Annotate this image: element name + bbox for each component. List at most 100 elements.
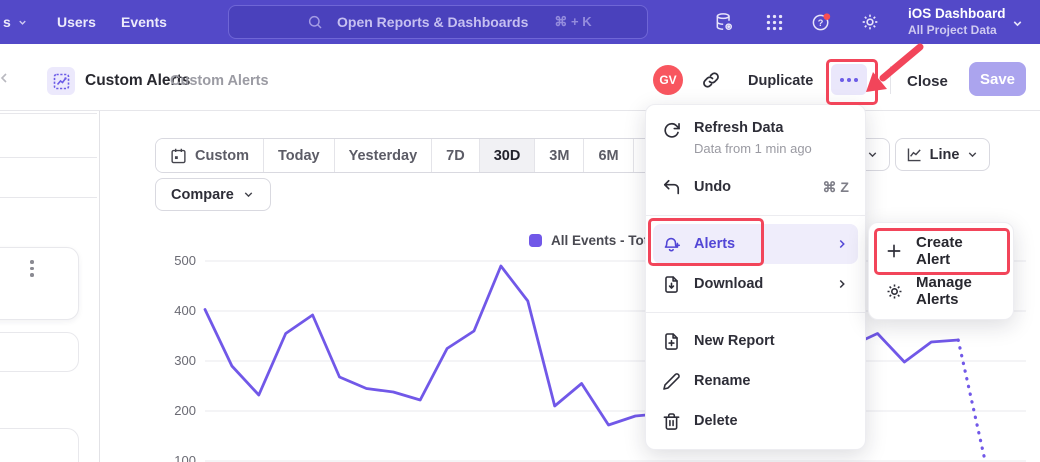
chart-type-label: Line xyxy=(930,147,960,163)
alerts-submenu: Create Alert Manage Alerts xyxy=(868,222,1014,320)
y-axis-tick: 200 xyxy=(155,403,196,418)
chart-legend: All Events - Total xyxy=(529,233,660,248)
range-30d-selected[interactable]: 30D xyxy=(479,139,535,172)
line-chart-icon xyxy=(906,146,923,163)
menu-item-download[interactable]: Download xyxy=(646,264,865,304)
menu-item-rename[interactable]: Rename xyxy=(646,361,865,401)
avatar[interactable]: GV xyxy=(653,65,683,95)
legend-swatch-icon xyxy=(529,234,542,247)
chevron-down-icon xyxy=(966,148,979,161)
submenu-item-label: Create Alert xyxy=(916,234,997,268)
y-axis-tick: 500 xyxy=(155,253,196,268)
svg-text:?: ? xyxy=(818,18,824,28)
y-axis-tick: 100 xyxy=(155,453,196,462)
nav-item-users[interactable]: Users xyxy=(57,0,96,44)
date-range-control: Custom Today Yesterday 7D 30D 3M 6M 12M xyxy=(155,138,691,173)
header-divider xyxy=(890,66,891,94)
menu-item-label: Undo xyxy=(694,179,731,195)
menu-item-new-report[interactable]: New Report xyxy=(646,321,865,361)
menu-item-delete[interactable]: Delete xyxy=(646,401,865,441)
data-management-icon[interactable] xyxy=(714,12,734,32)
bell-plus-icon xyxy=(662,235,681,254)
range-label: 3M xyxy=(549,148,569,164)
menu-item-label: Alerts xyxy=(694,236,735,252)
screen: 500 400 300 200 100 All Events - Total Custo… xyxy=(0,0,1040,462)
copy-link-icon[interactable] xyxy=(701,70,721,90)
menu-item-undo[interactable]: Undo ⌘ Z xyxy=(646,167,865,207)
range-label: Today xyxy=(278,148,320,164)
nav-item-truncated[interactable]: s xyxy=(3,0,28,44)
search-placeholder: Open Reports & Dashboards xyxy=(337,14,528,30)
y-axis-tick: 400 xyxy=(155,303,196,318)
more-options-button[interactable] xyxy=(831,64,867,95)
nav-events-label: Events xyxy=(121,14,167,30)
menu-item-label: New Report xyxy=(694,333,775,349)
chevron-down-icon xyxy=(242,188,255,201)
nav-item-events[interactable]: Events xyxy=(121,0,167,44)
range-label: 30D xyxy=(494,148,521,164)
chevron-right-icon xyxy=(835,277,849,291)
y-axis-tick: 300 xyxy=(155,353,196,368)
global-search-input[interactable]: Open Reports & Dashboards ⌘ + K xyxy=(228,5,648,39)
project-name: iOS Dashboard xyxy=(908,6,1006,23)
collapse-icon[interactable] xyxy=(0,70,12,86)
legend-label: All Events - Total xyxy=(551,233,660,248)
search-shortcut: ⌘ + K xyxy=(554,14,591,30)
menu-divider xyxy=(646,215,865,216)
chevron-down-icon xyxy=(1011,17,1024,30)
report-header: Custom Alerts Custom Alerts GV Duplicate… xyxy=(0,44,1040,111)
more-options-menu: Refresh Data Data from 1 min ago Undo ⌘ … xyxy=(645,104,866,450)
duplicate-button[interactable]: Duplicate xyxy=(748,67,813,95)
new-report-icon xyxy=(662,332,681,351)
submenu-item-label: Manage Alerts xyxy=(916,274,997,308)
range-custom[interactable]: Custom xyxy=(156,139,263,172)
project-switcher[interactable]: iOS Dashboard All Project Data xyxy=(908,6,1006,38)
trash-icon xyxy=(662,412,681,431)
range-3m[interactable]: 3M xyxy=(534,139,583,172)
breadcrumb: Custom Alerts xyxy=(170,67,269,95)
chevron-right-icon xyxy=(835,237,849,251)
compare-label: Compare xyxy=(171,187,234,203)
plus-icon xyxy=(885,242,904,261)
range-label: Custom xyxy=(195,148,249,164)
menu-item-label: Download xyxy=(694,276,763,292)
search-icon xyxy=(307,14,323,30)
apps-grid-icon[interactable] xyxy=(765,13,785,33)
refresh-icon xyxy=(662,121,681,140)
series-line-dotted xyxy=(958,340,985,461)
range-label: 6M xyxy=(598,148,618,164)
close-button[interactable]: Close xyxy=(907,67,948,95)
menu-item-shortcut: ⌘ Z xyxy=(823,179,849,196)
report-icon xyxy=(47,67,75,95)
top-navbar: s Users Events Open Reports & Dashboards… xyxy=(0,0,1040,44)
pencil-icon xyxy=(662,372,681,391)
chart-type-button[interactable]: Line xyxy=(895,138,990,171)
range-7d[interactable]: 7D xyxy=(431,139,479,172)
help-icon[interactable]: ? xyxy=(811,12,831,32)
submenu-item-manage-alerts[interactable]: Manage Alerts xyxy=(869,271,1013,311)
menu-item-label: Rename xyxy=(694,373,750,389)
compare-button[interactable]: Compare xyxy=(155,178,271,211)
gear-icon xyxy=(885,282,904,301)
range-yesterday[interactable]: Yesterday xyxy=(334,139,432,172)
save-button[interactable]: Save xyxy=(969,62,1026,96)
menu-divider xyxy=(646,312,865,313)
nav-users-label: Users xyxy=(57,14,96,30)
range-today[interactable]: Today xyxy=(263,139,334,172)
menu-item-label: Refresh Data xyxy=(694,120,783,136)
download-file-icon xyxy=(662,275,681,294)
range-label: Yesterday xyxy=(349,148,418,164)
submenu-item-create-alert[interactable]: Create Alert xyxy=(869,231,1013,271)
undo-icon xyxy=(662,178,681,197)
menu-item-refresh-data[interactable]: Refresh Data Data from 1 min ago xyxy=(646,113,865,161)
range-label: 7D xyxy=(446,148,465,164)
menu-item-sublabel: Data from 1 min ago xyxy=(694,141,812,156)
project-scope: All Project Data xyxy=(908,23,1006,38)
menu-item-alerts[interactable]: Alerts xyxy=(653,224,858,264)
chevron-down-icon xyxy=(17,17,28,28)
calendar-icon xyxy=(170,147,187,164)
chevron-down-icon xyxy=(866,148,879,161)
settings-gear-icon[interactable] xyxy=(860,12,880,32)
menu-item-label: Delete xyxy=(694,413,738,429)
range-6m[interactable]: 6M xyxy=(583,139,632,172)
